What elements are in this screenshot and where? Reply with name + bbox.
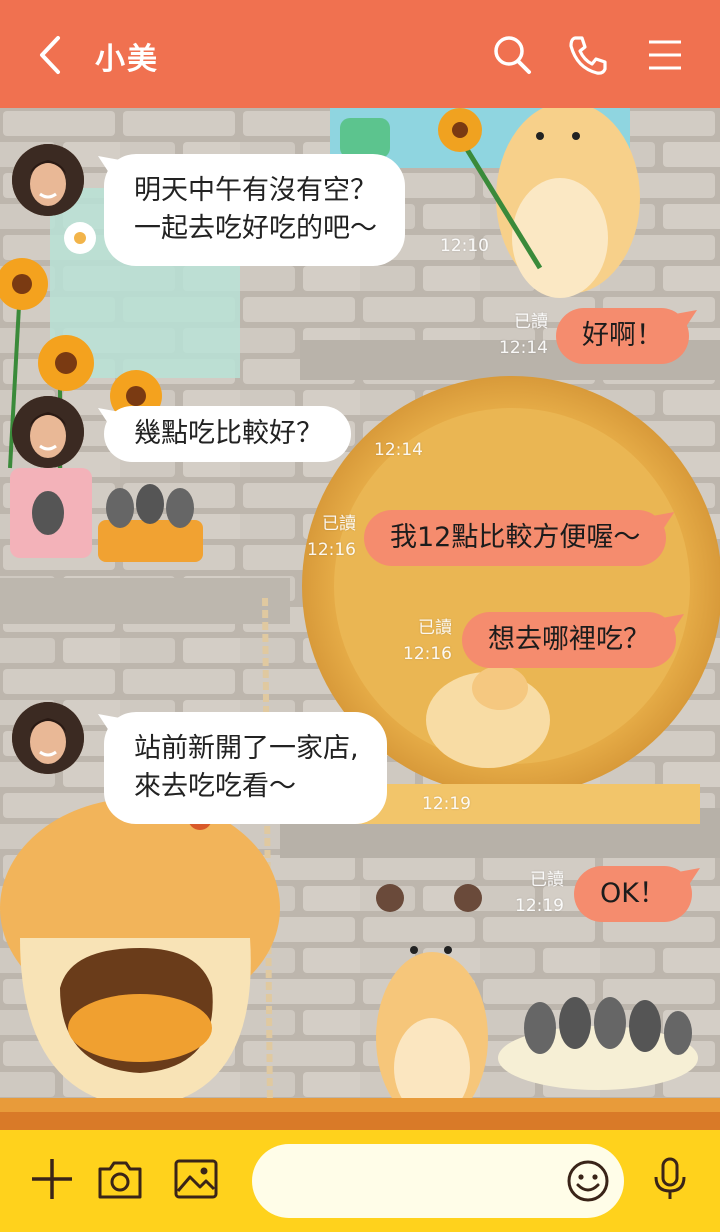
plus-icon <box>32 1159 72 1199</box>
message-text-line: 明天中午有沒有空？ <box>134 175 377 206</box>
gallery-button[interactable] <box>172 1155 220 1203</box>
message-bubble-incoming[interactable]: 站前新開了一家店, 來去吃吃看～ <box>104 712 387 824</box>
message-list[interactable]: 明天中午有沒有空？ 一起去吃好吃的吧～ 12:10 已讀 12:14 好啊！ 幾… <box>0 108 720 1130</box>
phone-icon <box>569 36 607 75</box>
chat-header: 小美 <box>0 0 720 108</box>
read-receipt: 已讀 <box>322 514 356 534</box>
message-time: 12:19 <box>515 896 564 916</box>
back-button[interactable] <box>30 30 74 80</box>
chat-title: 小美 <box>95 42 159 77</box>
message-time: 12:16 <box>307 540 356 560</box>
chevron-left-icon <box>40 36 60 74</box>
menu-icon <box>649 40 681 70</box>
contact-avatar[interactable] <box>12 702 84 774</box>
message-time: 12:19 <box>422 794 471 814</box>
search-button[interactable] <box>490 30 534 78</box>
menu-button[interactable] <box>643 30 687 78</box>
message-bubble-outgoing[interactable]: 好啊！ <box>556 308 689 364</box>
contact-avatar[interactable] <box>12 396 84 468</box>
message-text-line: 來去吃吃看～ <box>134 771 296 802</box>
search-icon <box>494 36 531 74</box>
camera-button[interactable] <box>96 1155 144 1203</box>
avatar-image <box>12 144 84 216</box>
read-receipt: 已讀 <box>514 312 548 332</box>
read-receipt: 已讀 <box>530 870 564 890</box>
message-bubble-outgoing[interactable]: 我12點比較方便喔～ <box>364 510 667 566</box>
message-bubble-incoming[interactable]: 明天中午有沒有空？ 一起去吃好吃的吧～ <box>104 154 405 266</box>
message-bubble-outgoing[interactable]: OK！ <box>574 866 692 922</box>
microphone-button[interactable] <box>646 1155 694 1203</box>
add-button[interactable] <box>28 1155 76 1203</box>
camera-icon <box>98 1161 142 1199</box>
message-bubble-incoming[interactable]: 幾點吃比較好？ <box>104 406 351 462</box>
image-icon <box>174 1159 218 1199</box>
message-text-line: 站前新開了一家店, <box>134 733 359 764</box>
smiley-icon <box>567 1160 609 1202</box>
emoji-button[interactable] <box>566 1159 610 1203</box>
avatar-image <box>12 396 84 468</box>
message-time: 12:16 <box>403 644 452 664</box>
contact-avatar[interactable] <box>12 144 84 216</box>
read-receipt: 已讀 <box>418 618 452 638</box>
message-bubble-outgoing[interactable]: 想去哪裡吃？ <box>462 612 676 668</box>
message-time: 12:14 <box>499 338 548 358</box>
message-input-bar <box>0 1130 720 1232</box>
message-time: 12:14 <box>374 440 423 460</box>
avatar-image <box>12 702 84 774</box>
message-text-line: 一起去吃好吃的吧～ <box>134 213 377 244</box>
microphone-icon <box>654 1157 686 1199</box>
call-button[interactable] <box>565 30 609 78</box>
message-time: 12:10 <box>440 236 489 256</box>
